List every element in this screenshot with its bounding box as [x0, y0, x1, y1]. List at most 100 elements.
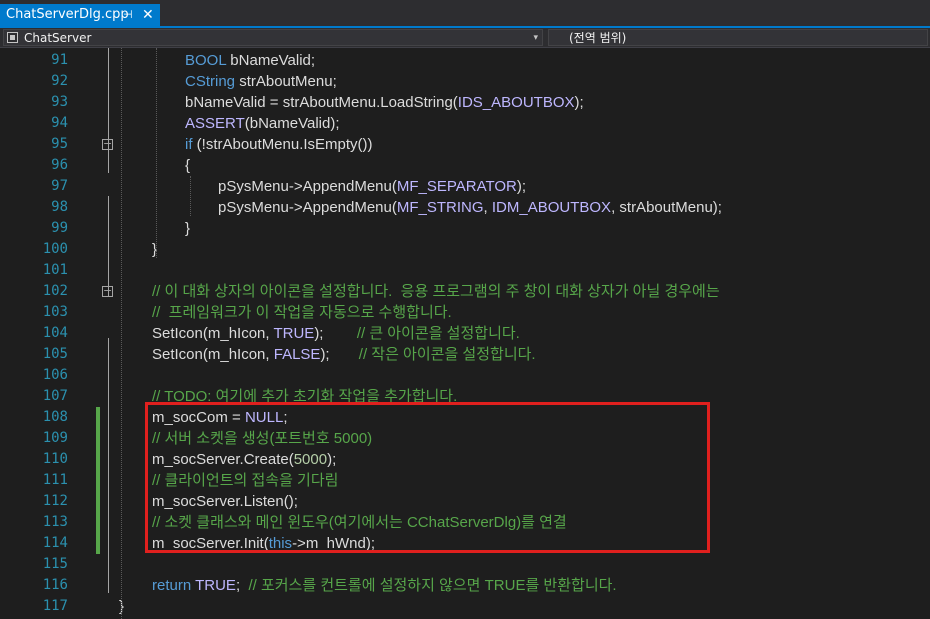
line-number: 107: [42, 388, 68, 404]
fold-line: [108, 338, 109, 593]
line-number: 116: [42, 577, 68, 593]
code-text: }: [185, 218, 190, 239]
code-token: );: [314, 325, 357, 342]
change-marker: [96, 491, 100, 512]
member-label: (전역 범위): [569, 31, 627, 45]
line-number: 114: [42, 535, 68, 551]
code-token: , strAboutMenu);: [611, 199, 722, 216]
code-text: return TRUE; // 포커스를 컨트롤에 설정하지 않으면 TRUE를…: [152, 575, 617, 596]
code-text: ASSERT(bNameValid);: [185, 113, 340, 134]
code-comment: // 프레임워크가 이 작업을 자동으로 수행합니다.: [152, 304, 452, 321]
code-text: CString strAboutMenu;: [185, 71, 337, 92]
tab-title: ChatServerDlg.cpp: [6, 7, 129, 22]
change-marker: [96, 470, 100, 491]
code-token: FALSE: [273, 346, 321, 363]
code-text: // 이 대화 상자의 아이콘을 설정합니다. 응용 프로그램의 주 창이 대화…: [152, 281, 720, 302]
code-token: );: [574, 94, 584, 111]
line-number: 96: [51, 157, 68, 173]
code-line[interactable]: 99}: [0, 218, 930, 239]
code-text: pSysMenu->AppendMenu(MF_STRING, IDM_ABOU…: [218, 197, 722, 218]
code-token: TRUE: [195, 577, 236, 594]
code-line[interactable]: 117}: [0, 596, 930, 617]
highlight-box: [145, 402, 710, 553]
code-text: if (!strAboutMenu.IsEmpty()): [185, 134, 373, 155]
code-token: SetIcon(m_hIcon,: [152, 346, 274, 363]
code-line[interactable]: 116 return TRUE; // 포커스를 컨트롤에 설정하지 않으면 TR…: [0, 575, 930, 596]
code-token: bNameValid = strAboutMenu.LoadString(: [185, 94, 458, 111]
code-line[interactable]: 102−// 이 대화 상자의 아이콘을 설정합니다. 응용 프로그램의 주 창…: [0, 281, 930, 302]
line-number: 94: [51, 115, 68, 131]
code-line[interactable]: 93 bNameValid = strAboutMenu.LoadString(I…: [0, 92, 930, 113]
code-line[interactable]: 98 pSysMenu->AppendMenu(MF_STRING, IDM_AB…: [0, 197, 930, 218]
code-line[interactable]: 97 pSysMenu->AppendMenu(MF_SEPARATOR);: [0, 176, 930, 197]
line-number: 113: [42, 514, 68, 530]
code-comment: // 작은 아이콘을 설정합니다.: [358, 346, 536, 363]
code-line[interactable]: 105 SetIcon(m_hIcon, FALSE); // 작은 아이콘을 설…: [0, 344, 930, 365]
code-token: pSysMenu->AppendMenu(: [218, 178, 397, 195]
code-line[interactable]: 106: [0, 365, 930, 386]
line-number: 109: [42, 430, 68, 446]
code-line[interactable]: 92 CString strAboutMenu;: [0, 71, 930, 92]
code-token: {: [185, 157, 191, 174]
code-line[interactable]: 104 SetIcon(m_hIcon, TRUE); // 큰 아이콘을 설정합…: [0, 323, 930, 344]
code-token: );: [320, 346, 359, 363]
code-token: }: [185, 220, 191, 237]
code-line[interactable]: 91 BOOL bNameValid;: [0, 50, 930, 71]
code-token: IDS_ABOUTBOX: [457, 94, 575, 111]
code-line[interactable]: 95−if (!strAboutMenu.IsEmpty()): [0, 134, 930, 155]
line-number: 112: [42, 493, 68, 509]
code-token: TRUE: [273, 325, 315, 342]
member-dropdown[interactable]: (전역 범위): [548, 29, 928, 46]
line-number: 117: [42, 598, 68, 614]
code-token: (!strAboutMenu.IsEmpty()): [192, 136, 373, 153]
change-marker: [96, 449, 100, 470]
code-token: return: [152, 577, 192, 594]
code-token: BOOL: [185, 52, 227, 69]
code-text: SetIcon(m_hIcon, TRUE); // 큰 아이콘을 설정합니다.: [152, 323, 520, 344]
line-number: 110: [42, 451, 68, 467]
line-number: 104: [42, 325, 68, 341]
code-token: SetIcon(m_hIcon,: [152, 325, 274, 342]
code-token: );: [516, 178, 527, 195]
code-line[interactable]: 115: [0, 554, 930, 575]
chevron-down-icon: ▾: [533, 33, 538, 43]
change-marker: [96, 533, 100, 554]
line-number: 92: [51, 73, 68, 89]
code-text: // 프레임워크가 이 작업을 자동으로 수행합니다.: [152, 302, 452, 323]
code-line[interactable]: 101: [0, 260, 930, 281]
line-number: 115: [42, 556, 68, 572]
scope-dropdown[interactable]: ChatServer ▾: [3, 29, 543, 46]
code-token: pSysMenu->AppendMenu(: [218, 199, 397, 216]
close-icon[interactable]: ✕: [142, 4, 154, 26]
line-number: 105: [42, 346, 68, 362]
code-text: BOOL bNameValid;: [185, 50, 315, 71]
code-text: {: [185, 155, 190, 176]
indent-guide: [190, 176, 191, 216]
fold-line: [108, 196, 109, 296]
code-token: ,: [483, 199, 492, 216]
line-number: 93: [51, 94, 68, 110]
line-number: 95: [51, 136, 68, 152]
code-line[interactable]: 96 {: [0, 155, 930, 176]
code-comment: // 포커스를 컨트롤에 설정하지 않으면 TRUE를 반환합니다.: [248, 577, 617, 594]
code-comment: // 이 대화 상자의 아이콘을 설정합니다. 응용 프로그램의 주 창이 대화…: [152, 283, 720, 300]
tab-bar: ChatServerDlg.cpp ⊣ ✕: [0, 0, 930, 26]
line-number: 106: [42, 367, 68, 383]
scope-label: ChatServer: [24, 31, 92, 45]
code-line[interactable]: 100}: [0, 239, 930, 260]
code-token: MF_SEPARATOR: [396, 178, 517, 195]
line-number: 99: [51, 220, 68, 236]
pin-icon[interactable]: ⊣: [123, 4, 133, 26]
code-token: bNameValid;: [226, 52, 316, 69]
change-marker: [96, 407, 100, 428]
tab-chatserverdlg-cpp[interactable]: ChatServerDlg.cpp ⊣ ✕: [0, 4, 160, 26]
navigation-bar: ChatServer ▾ (전역 범위): [0, 28, 930, 48]
line-number: 101: [42, 262, 68, 278]
code-token: strAboutMenu;: [235, 73, 337, 90]
code-line[interactable]: 94 ASSERT(bNameValid);: [0, 113, 930, 134]
code-token: ;: [235, 577, 249, 594]
line-number: 111: [42, 472, 68, 488]
change-marker: [96, 428, 100, 449]
code-token: (bNameValid);: [244, 115, 340, 132]
code-line[interactable]: 103 // 프레임워크가 이 작업을 자동으로 수행합니다.: [0, 302, 930, 323]
